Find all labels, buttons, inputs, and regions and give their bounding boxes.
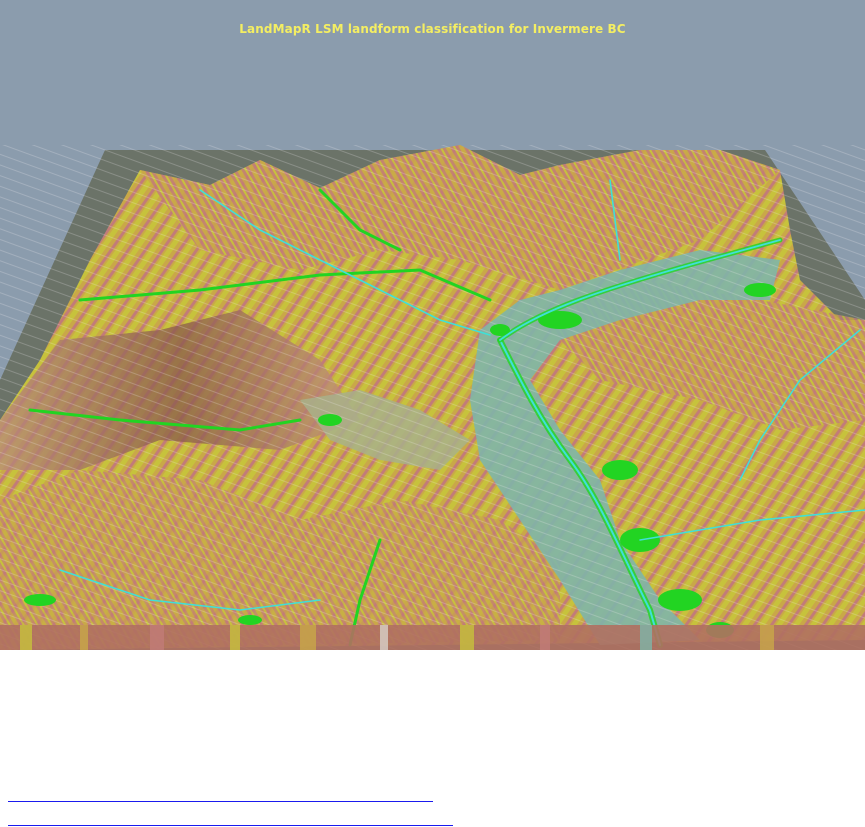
map-viewport: LandMapR LSM landform classification for… bbox=[0, 0, 865, 650]
contour-lines bbox=[0, 145, 865, 650]
terrain-cross-section bbox=[0, 625, 865, 650]
terrain-3d-view bbox=[0, 145, 865, 650]
link-1[interactable] bbox=[8, 801, 433, 802]
map-title: LandMapR LSM landform classification for… bbox=[239, 22, 626, 36]
link-2[interactable] bbox=[8, 825, 453, 826]
